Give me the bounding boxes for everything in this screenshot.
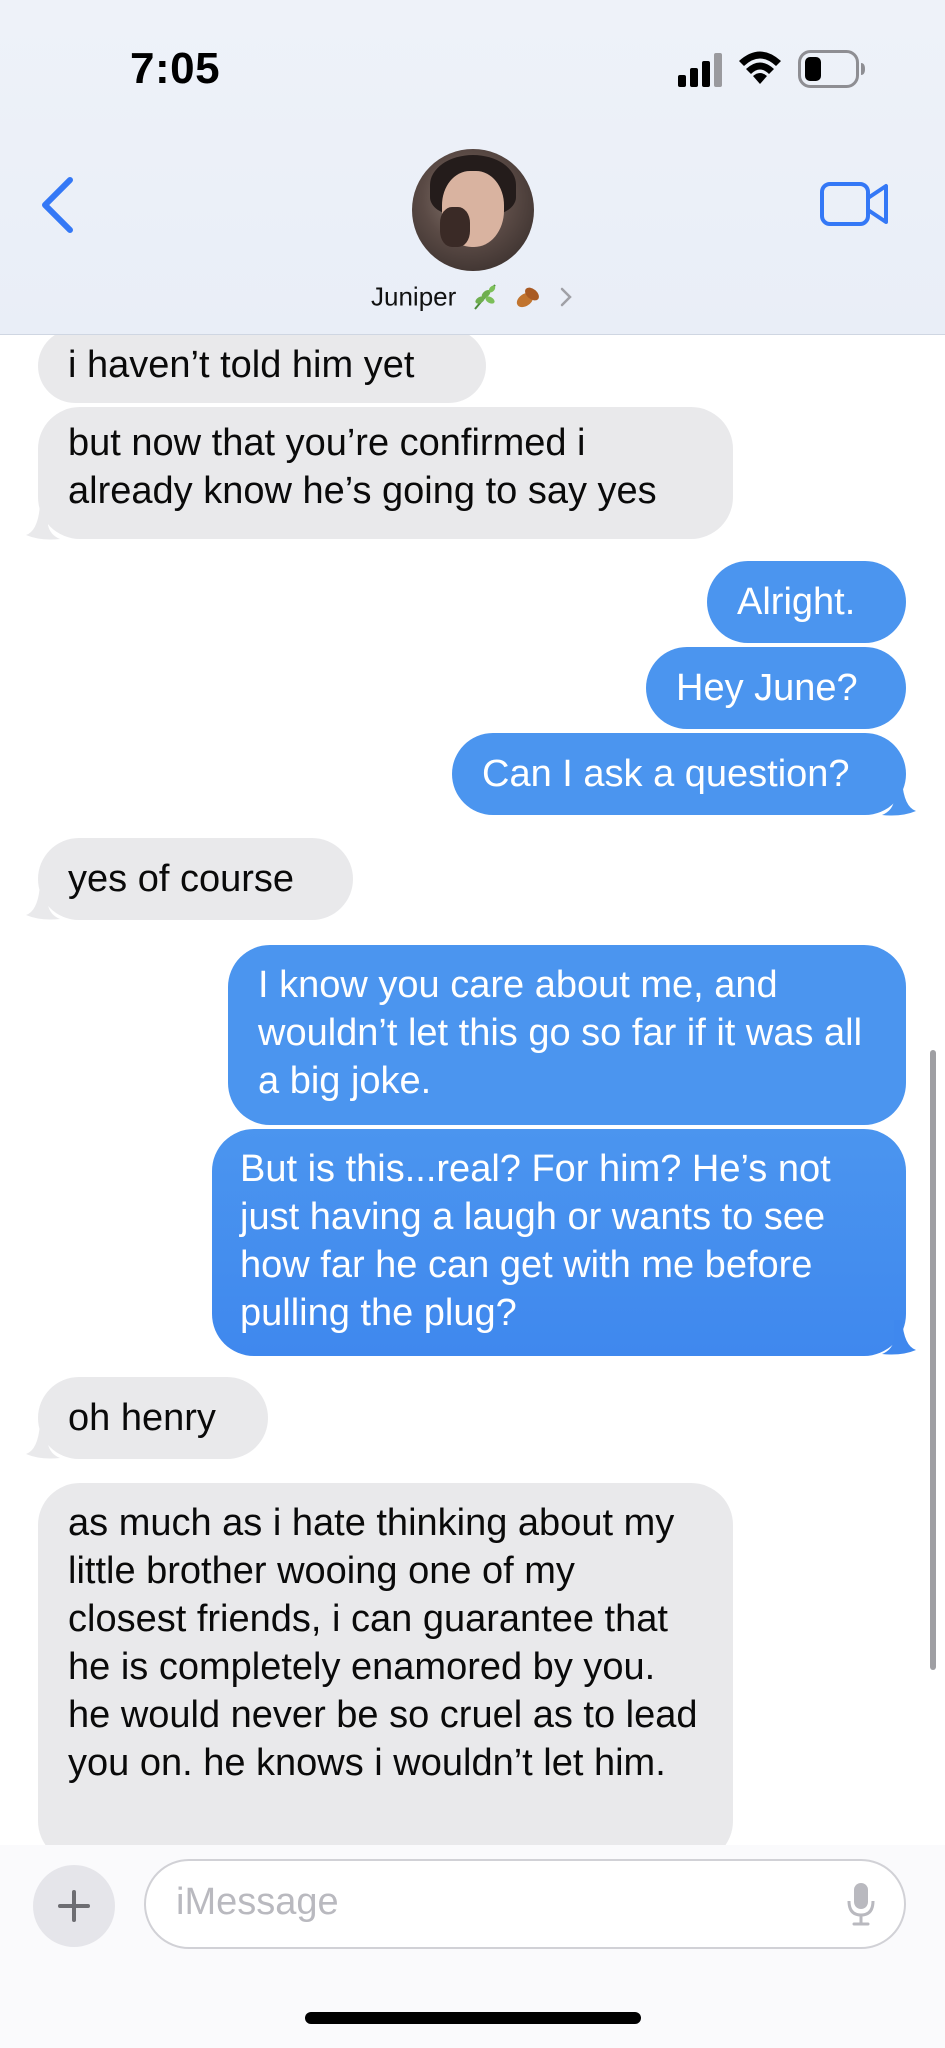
plus-icon: [58, 1890, 90, 1922]
chevron-right-icon: [560, 287, 572, 307]
home-indicator: [305, 2012, 641, 2024]
message-input[interactable]: iMessage: [144, 1859, 906, 1949]
outgoing-message[interactable]: Hey June?: [646, 647, 906, 729]
battery-icon: [798, 50, 865, 88]
incoming-bubble-tail: [26, 1424, 60, 1459]
back-chevron-icon[interactable]: [30, 170, 90, 240]
incoming-message[interactable]: oh henry: [38, 1377, 268, 1459]
incoming-message[interactable]: yes of course: [38, 838, 353, 920]
outgoing-message[interactable]: I know you care about me, and wouldn’t l…: [228, 945, 906, 1125]
conversation-header: 7:05 Juniper: [0, 0, 945, 335]
outgoing-message[interactable]: But is this...real? For him? He’s not ju…: [212, 1129, 906, 1356]
contact-avatar[interactable]: [412, 149, 534, 271]
cellular-signal-icon: [678, 53, 722, 87]
incoming-bubble-tail: [26, 505, 60, 540]
incoming-message[interactable]: as much as i hate thinking about my litt…: [38, 1483, 733, 1845]
incoming-bubble-tail: [26, 885, 60, 920]
video-call-icon[interactable]: [820, 180, 890, 228]
herb-icon: [473, 284, 496, 310]
outgoing-bubble-tail: [882, 1320, 916, 1355]
status-time: 7:05: [130, 44, 221, 93]
contact-name-button[interactable]: Juniper: [0, 280, 945, 313]
add-attachment-button[interactable]: [33, 1865, 115, 1947]
wifi-icon: [739, 51, 781, 84]
scroll-indicator[interactable]: [930, 1050, 936, 1670]
microphone-icon[interactable]: [846, 1881, 876, 1927]
outgoing-bubble-tail: [882, 781, 916, 816]
outgoing-message[interactable]: Alright.: [707, 561, 906, 643]
message-list[interactable]: i haven’t told him yet but now that you’…: [0, 335, 945, 1845]
fallen-leaf-icon: [516, 287, 539, 308]
incoming-message[interactable]: but now that you’re confirmed i already …: [38, 407, 733, 539]
composer-bar: iMessage: [0, 1845, 945, 2048]
contact-name: Juniper: [371, 281, 457, 312]
outgoing-message[interactable]: Can I ask a question?: [452, 733, 906, 815]
incoming-message[interactable]: i haven’t told him yet: [38, 335, 486, 403]
message-placeholder: iMessage: [176, 1881, 339, 1923]
